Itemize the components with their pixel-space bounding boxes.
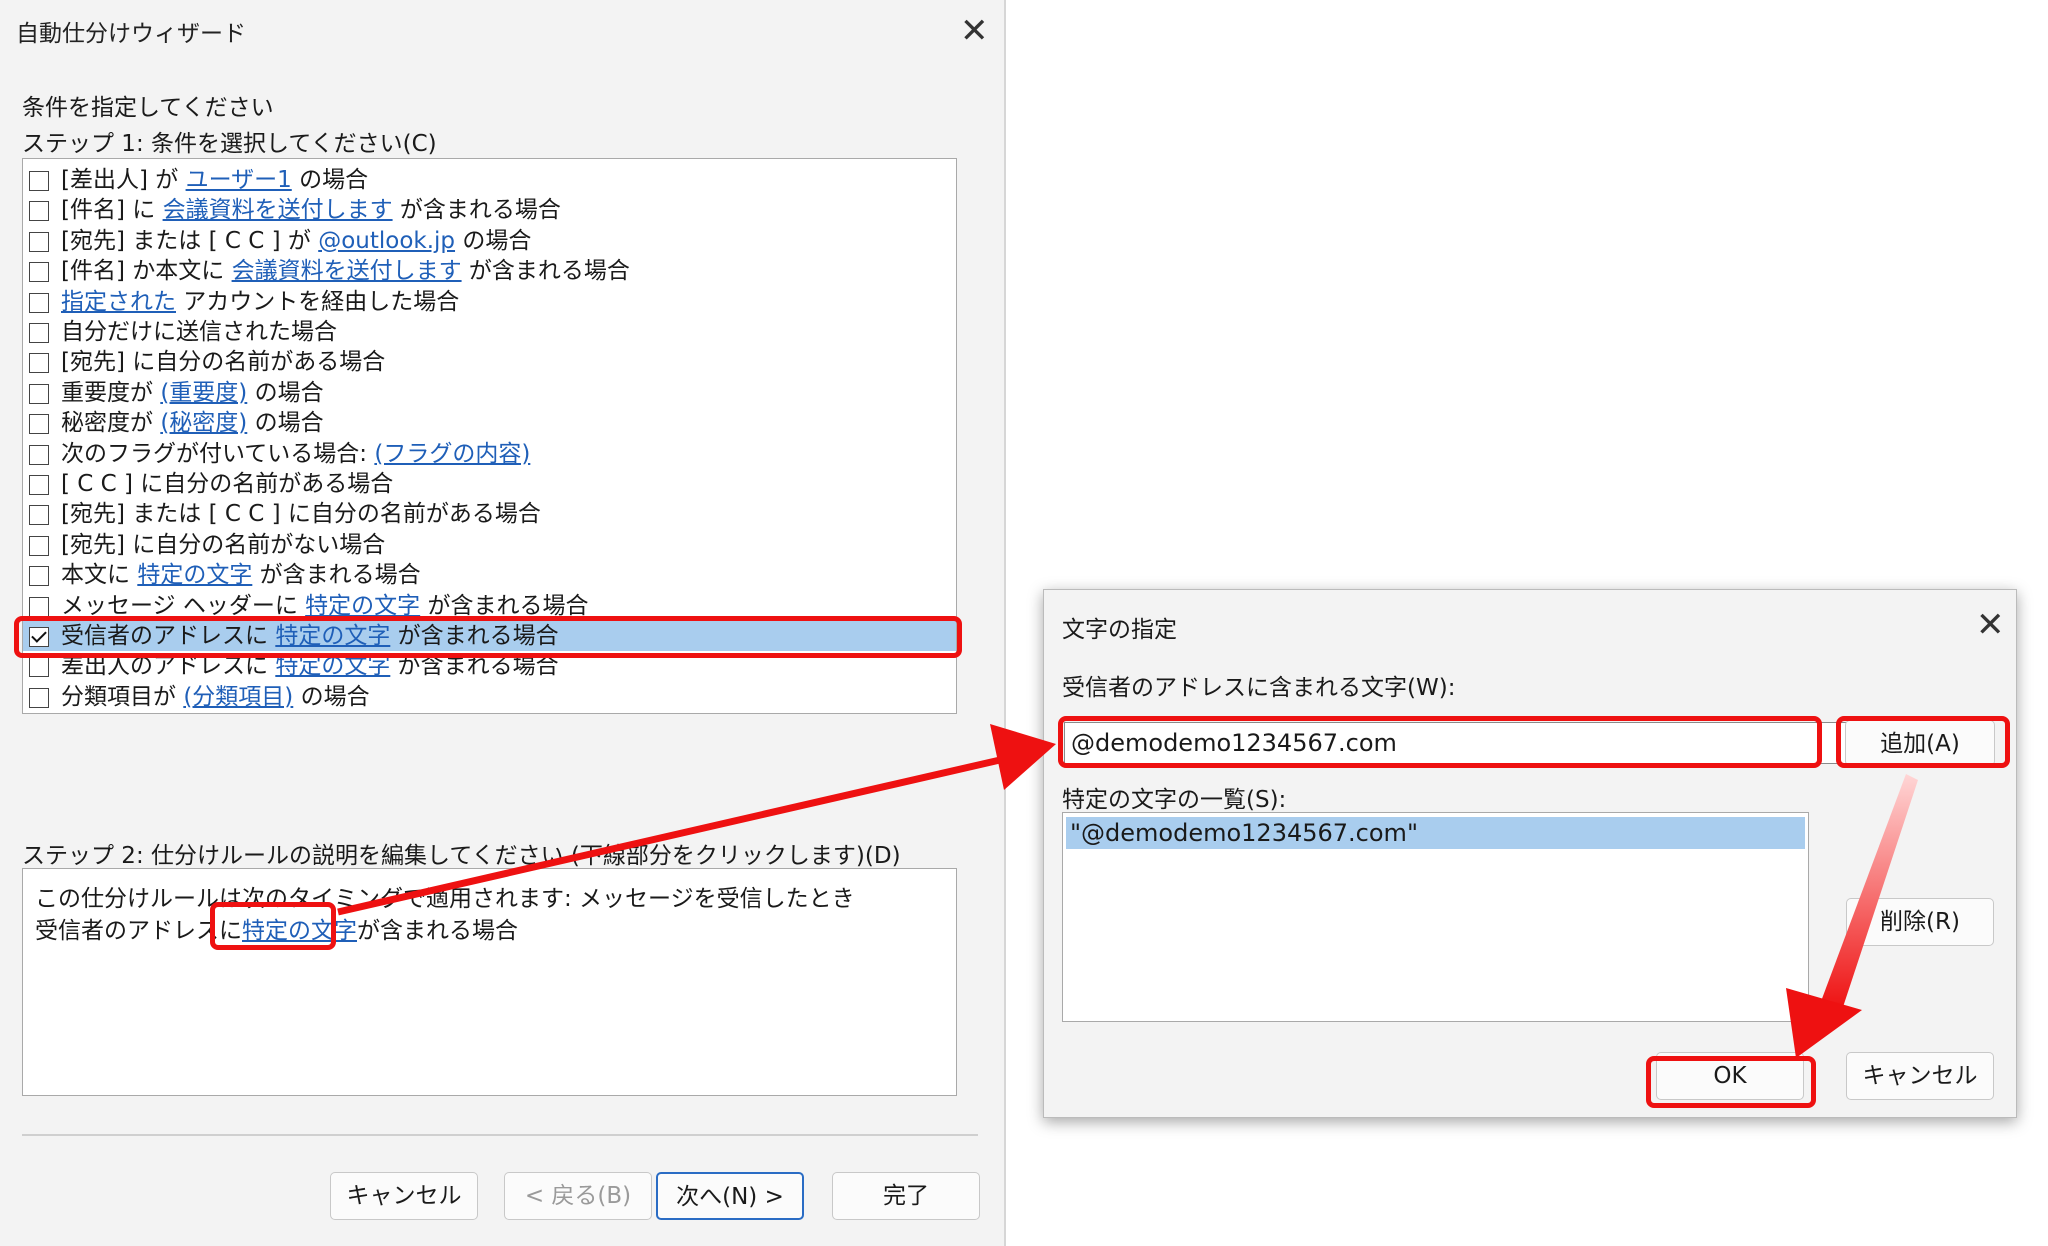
arrow-add-to-ok <box>1786 774 1918 1058</box>
arrow-link-to-input <box>337 724 1056 916</box>
annotation-arrows <box>337 724 1918 1058</box>
